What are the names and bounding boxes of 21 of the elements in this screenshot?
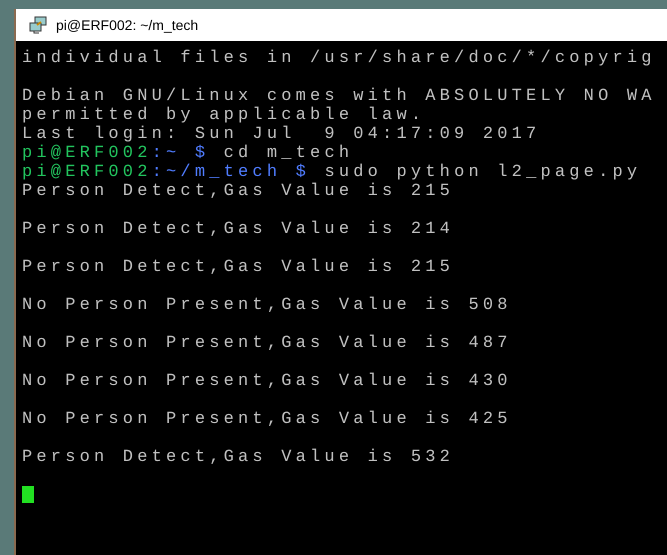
- terminal-text: Person Detect,Gas Value is 215: [22, 258, 454, 277]
- terminal-text: No Person Present,Gas Value is 487: [22, 334, 512, 353]
- cursor: [22, 486, 34, 504]
- terminal-text: sudo python l2_page.py: [323, 163, 642, 182]
- terminal-text: Person Detect,Gas Value is 532: [22, 448, 454, 467]
- terminal-text: :~ $: [152, 144, 210, 163]
- terminal-text: Person Detect,Gas Value is 215: [22, 182, 454, 201]
- terminal-text: Last login: Sun Jul 9 04:17:09 2017: [22, 125, 540, 144]
- terminal-text: Person Detect,Gas Value is 214: [22, 220, 454, 239]
- terminal-text: Debian GNU/Linux comes with ABSOLUTELY NO WA: [22, 87, 656, 106]
- window-title: pi@ERF002: ~/m_tech: [56, 16, 198, 35]
- terminal-text: pi@ERF002: [22, 144, 152, 163]
- terminal-text: individual files in /usr/share/doc/*/copyrig: [22, 49, 656, 68]
- terminal-text: permitted by applicable law.: [22, 106, 426, 125]
- terminal-text: No Person Present,Gas Value is 425: [22, 410, 512, 429]
- computers-icon: [28, 16, 48, 34]
- terminal-text: :~/m_tech $: [152, 163, 310, 182]
- terminal-text: No Person Present,Gas Value is 508: [22, 296, 512, 315]
- terminal-text: No Person Present,Gas Value is 430: [22, 372, 512, 391]
- terminal-text: pi@ERF002: [22, 163, 152, 182]
- terminal-text: cd m_tech: [222, 144, 354, 163]
